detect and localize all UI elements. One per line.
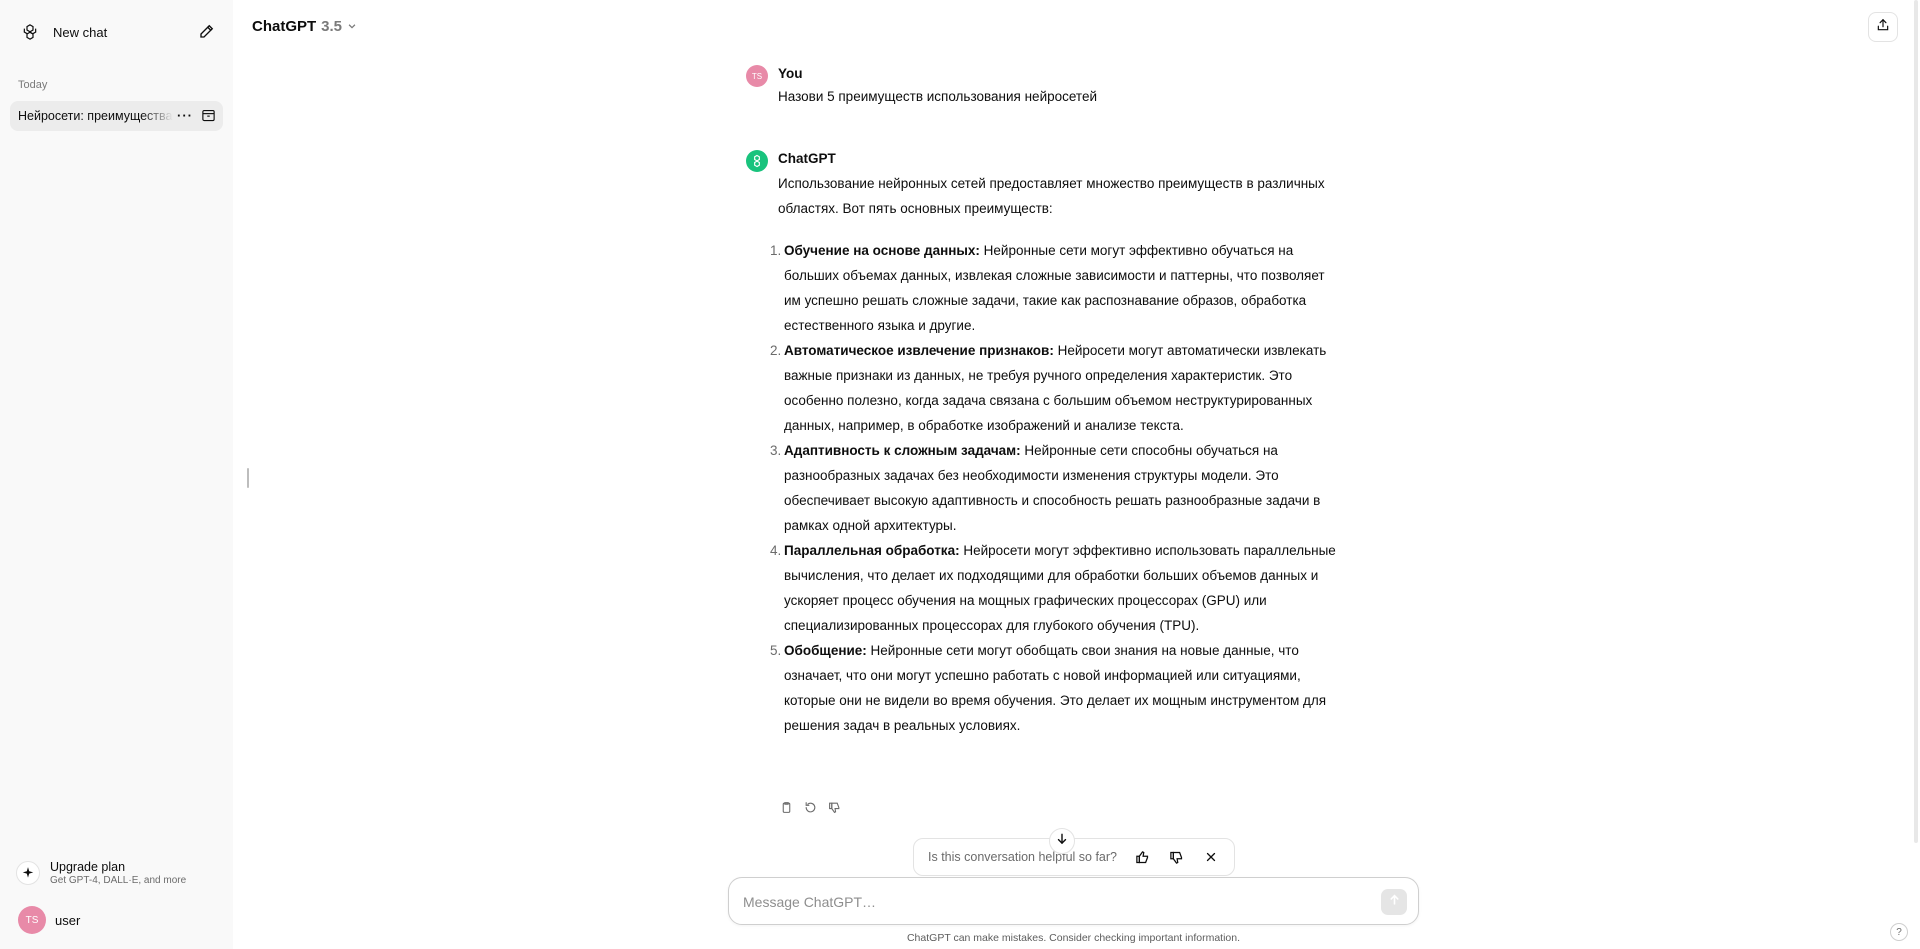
more-options-icon[interactable]: ··· xyxy=(177,108,193,123)
user-avatar: TS xyxy=(18,906,46,934)
advantages-list: 1. Обучение на основе данных: Нейронные с… xyxy=(770,238,1338,738)
share-button[interactable] xyxy=(1868,12,1898,42)
thumbs-down-icon[interactable] xyxy=(826,799,842,815)
upgrade-title: Upgrade plan xyxy=(50,860,126,874)
sidebar: New chat Today Нейросети: преимущества ·… xyxy=(0,0,233,949)
assistant-message: Использование нейронных сетей предоставл… xyxy=(770,171,1338,738)
message-actions xyxy=(778,799,842,815)
section-today-label: Today xyxy=(18,79,48,91)
scroll-down-button[interactable] xyxy=(1049,828,1075,854)
user-message-avatar: TS xyxy=(746,65,768,87)
sidebar-resize-handle[interactable] xyxy=(247,468,249,488)
list-item-title: Параллельная обработка: xyxy=(784,543,960,558)
list-number: 2. xyxy=(770,343,782,358)
scrollbar-thumb[interactable] xyxy=(1914,0,1918,843)
scrollbar[interactable] xyxy=(1912,0,1920,843)
list-item-title: Обобщение: xyxy=(784,643,867,658)
help-button[interactable]: ? xyxy=(1890,923,1908,941)
list-number: 1. xyxy=(770,243,782,258)
arrow-down-icon xyxy=(1055,832,1069,851)
list-item: 1. Обучение на основе данных: Нейронные с… xyxy=(770,238,1338,338)
openai-logo-icon xyxy=(754,154,760,168)
list-item: 3. Адаптивность к сложным задачам: Нейрон… xyxy=(770,438,1338,538)
list-number: 5. xyxy=(770,643,782,658)
list-item-title: Автоматическое извлечение признаков: xyxy=(784,343,1054,358)
model-selector[interactable]: ChatGPT 3.5 xyxy=(252,18,357,35)
list-item-title: Адаптивность к сложным задачам: xyxy=(784,443,1021,458)
user-message-text: Назови 5 преимуществ использования нейро… xyxy=(778,89,1098,104)
list-number: 3. xyxy=(770,443,782,458)
copy-icon[interactable] xyxy=(778,799,794,815)
model-name: ChatGPT xyxy=(252,18,317,35)
sparkle-icon xyxy=(16,861,40,885)
user-menu[interactable]: TS user xyxy=(18,906,80,934)
disclaimer: ChatGPT can make mistakes. Consider chec… xyxy=(906,932,1241,944)
user-name: user xyxy=(55,912,81,928)
list-item-title: Обучение на основе данных: xyxy=(784,243,980,258)
archive-icon[interactable] xyxy=(201,108,217,124)
thumbs-down-icon[interactable] xyxy=(1169,850,1185,866)
list-item: 2. Автоматическое извлечение признаков: Н… xyxy=(770,338,1338,438)
share-icon xyxy=(1876,18,1890,37)
openai-logo-icon xyxy=(20,22,40,42)
list-number: 4. xyxy=(770,543,782,558)
list-item: 5. Обобщение: Нейронные сети могут обобща… xyxy=(770,638,1338,738)
feedback-question: Is this conversation helpful so far? xyxy=(928,850,1117,864)
message-composer xyxy=(728,877,1419,925)
new-chat-label: New chat xyxy=(53,24,108,40)
close-icon[interactable] xyxy=(1204,850,1220,866)
assistant-author-label: ChatGPT xyxy=(778,151,836,166)
new-chat-button[interactable]: New chat xyxy=(12,16,224,48)
list-item: 4. Параллельная обработка: Нейросети могу… xyxy=(770,538,1338,638)
regenerate-icon[interactable] xyxy=(802,799,818,815)
send-button[interactable] xyxy=(1381,889,1407,915)
new-chat-edit-icon[interactable] xyxy=(198,22,218,42)
arrow-up-icon xyxy=(1388,893,1401,911)
message-input[interactable] xyxy=(743,890,1343,914)
user-author-label: You xyxy=(778,66,803,81)
chat-item-title: Нейросети: преимущества xyxy=(18,109,173,123)
sidebar-chat-item[interactable]: Нейросети: преимущества ··· xyxy=(10,101,223,131)
chevron-down-icon xyxy=(347,18,357,35)
assistant-intro: Использование нейронных сетей предоставл… xyxy=(778,176,1325,216)
chatgpt-avatar xyxy=(746,150,768,172)
upgrade-plan-button[interactable]: Upgrade plan Get GPT-4, DALL·E, and more xyxy=(16,856,226,890)
thumbs-up-icon[interactable] xyxy=(1135,850,1151,866)
model-version: 3.5 xyxy=(321,18,343,35)
upgrade-subtitle: Get GPT-4, DALL·E, and more xyxy=(50,875,187,886)
